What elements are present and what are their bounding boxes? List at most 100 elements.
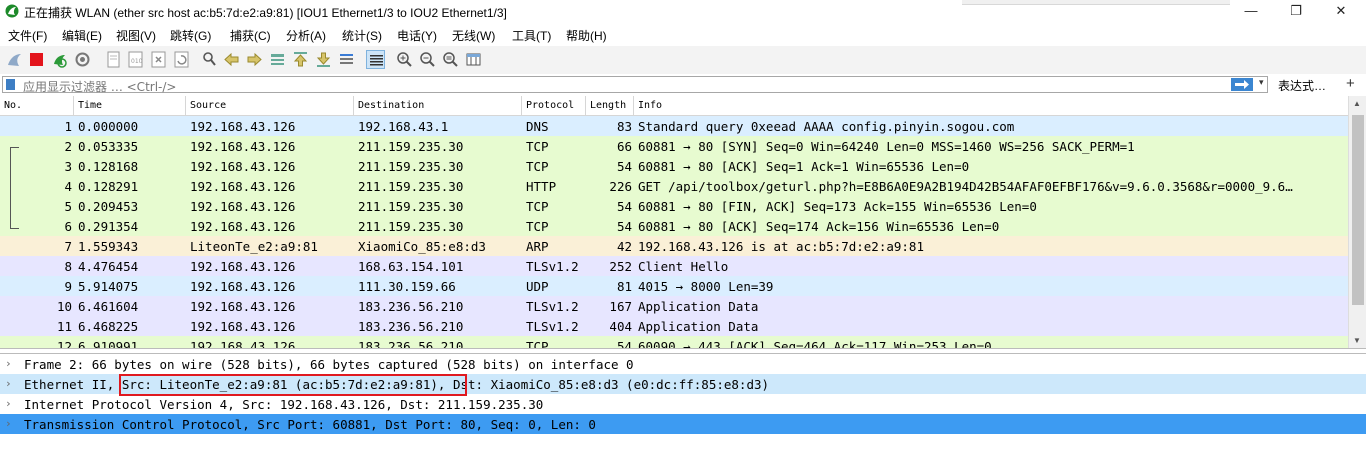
menu-telephony[interactable]: 电话(Y) — [397, 27, 437, 44]
display-filter-input[interactable]: 应用显示过滤器 … <Ctrl-/> ▾ — [2, 76, 1268, 94]
packet-details-pane: › Frame 2: 66 bytes on wire (528 bits), 6… — [0, 353, 1366, 466]
menu-wireless[interactable]: 无线(W) — [452, 27, 495, 44]
add-filter-button[interactable]: + — [1346, 75, 1355, 92]
scroll-up-icon[interactable]: ▲ — [1353, 99, 1361, 108]
cell-source: 192.168.43.126 — [190, 299, 296, 314]
wireshark-fin-icon — [5, 4, 19, 18]
menu-tools[interactable]: 工具(T) — [512, 27, 551, 44]
menu-help[interactable]: 帮助(H) — [566, 27, 607, 44]
zoom-out-icon[interactable] — [418, 50, 437, 69]
expand-chevron-icon[interactable]: › — [5, 357, 12, 370]
filter-placeholder: 应用显示过滤器 … <Ctrl-/> — [23, 80, 177, 94]
expression-button[interactable]: 表达式… — [1278, 77, 1326, 94]
cell-protocol: HTTP — [526, 179, 557, 194]
reload-icon[interactable] — [172, 50, 191, 69]
bookmark-icon[interactable] — [6, 79, 15, 90]
packet-row[interactable]: 11 6.468225 192.168.43.126 183.236.56.210 TL… — [0, 316, 1348, 336]
menu-view[interactable]: 视图(V) — [116, 27, 156, 44]
cell-length: 66 — [616, 139, 632, 154]
expand-chevron-icon[interactable]: › — [5, 417, 12, 430]
menu-analyze[interactable]: 分析(A) — [286, 27, 326, 44]
normal-size-icon[interactable] — [441, 50, 460, 69]
cell-time: 0.291354 — [78, 219, 139, 234]
expand-chevron-icon[interactable]: › — [5, 397, 12, 410]
col-header-no[interactable]: No. — [0, 96, 74, 115]
expand-chevron-icon[interactable]: › — [5, 377, 12, 390]
display-filter-bar: 应用显示过滤器 … <Ctrl-/> ▾ 表达式… + — [0, 74, 1366, 97]
cell-length: 404 — [609, 319, 632, 334]
cell-destination: 211.159.235.30 — [358, 219, 464, 234]
close-file-icon[interactable] — [149, 50, 168, 69]
scrollbar-thumb[interactable] — [1352, 115, 1364, 305]
scroll-down-icon[interactable]: ▼ — [1353, 336, 1361, 345]
menu-capture[interactable]: 捕获(C) — [230, 27, 271, 44]
apply-filter-arrow-icon[interactable] — [1231, 78, 1253, 91]
col-header-time[interactable]: Time — [74, 96, 186, 115]
cell-protocol: TCP — [526, 159, 549, 174]
cell-no: 8 — [64, 259, 72, 274]
open-file-icon[interactable] — [104, 50, 123, 69]
cell-time: 0.053335 — [78, 139, 139, 154]
go-forward-icon[interactable] — [245, 50, 264, 69]
menu-file[interactable]: 文件(F) — [8, 27, 47, 44]
colorize-icon[interactable] — [366, 50, 385, 69]
packet-row[interactable]: 12 6.910991 192.168.43.126 183.236.56.210 TC… — [0, 336, 1348, 349]
cell-time: 6.461604 — [78, 299, 139, 314]
autoscroll-icon[interactable] — [337, 50, 356, 69]
menu-statistics[interactable]: 统计(S) — [342, 27, 382, 44]
go-back-icon[interactable] — [222, 50, 241, 69]
conversation-bracket — [10, 147, 19, 229]
packet-row[interactable]: 3 0.128168 192.168.43.126 211.159.235.30 TCP… — [0, 156, 1348, 176]
packet-list-scrollbar[interactable]: ▲ ▼ — [1348, 96, 1366, 348]
packet-row[interactable]: 7 1.559343 LiteonTe_e2:a9:81 XiaomiCo_85:e8… — [0, 236, 1348, 256]
detail-text: Transmission Control Protocol, Src Port:… — [24, 417, 596, 432]
cell-info: 4015 → 8000 Len=39 — [638, 279, 774, 294]
go-to-packet-icon[interactable] — [268, 50, 287, 69]
cell-info: Application Data — [638, 319, 759, 334]
packet-row[interactable]: 6 0.291354 192.168.43.126 211.159.235.30 TCP… — [0, 216, 1348, 236]
packet-row[interactable]: 2 0.053335 192.168.43.126 211.159.235.30 TCP… — [0, 136, 1348, 156]
stop-icon[interactable] — [27, 50, 46, 69]
detail-row[interactable]: › Internet Protocol Version 4, Src: 192.1… — [0, 394, 1366, 414]
packet-row[interactable]: 10 6.461604 192.168.43.126 183.236.56.210 TL… — [0, 296, 1348, 316]
menu-go[interactable]: 跳转(G) — [170, 27, 211, 44]
cell-no: 10 — [56, 299, 72, 314]
cell-no: 9 — [64, 279, 72, 294]
col-header-source[interactable]: Source — [186, 96, 354, 115]
maximize-button[interactable]: ❐ — [1273, 0, 1319, 24]
start-capture-fin-icon[interactable] — [5, 50, 24, 69]
zoom-in-icon[interactable] — [395, 50, 414, 69]
cell-protocol: TCP — [526, 339, 549, 349]
col-header-info[interactable]: Info — [634, 96, 1348, 115]
options-gear-icon[interactable] — [73, 50, 92, 69]
menu-edit[interactable]: 编辑(E) — [62, 27, 102, 44]
close-button[interactable]: ✕ — [1318, 0, 1364, 24]
filter-history-dropdown[interactable]: ▾ — [1259, 77, 1264, 88]
cell-source: LiteonTe_e2:a9:81 — [190, 239, 318, 254]
packet-row[interactable]: 8 4.476454 192.168.43.126 168.63.154.101 TLS… — [0, 256, 1348, 276]
cell-length: 42 — [616, 239, 632, 254]
last-packet-icon[interactable] — [314, 50, 333, 69]
resize-columns-icon[interactable] — [464, 50, 483, 69]
cell-length: 167 — [609, 299, 632, 314]
cell-source: 192.168.43.126 — [190, 139, 296, 154]
save-file-icon[interactable]: 010 — [126, 50, 145, 69]
packet-row[interactable]: 4 0.128291 192.168.43.126 211.159.235.30 HTT… — [0, 176, 1348, 196]
detail-row[interactable]: › Frame 2: 66 bytes on wire (528 bits), 6… — [0, 354, 1366, 374]
find-packet-icon[interactable] — [200, 50, 219, 69]
detail-row[interactable]: › Transmission Control Protocol, Src Port… — [0, 414, 1366, 434]
col-header-destination[interactable]: Destination — [354, 96, 522, 115]
cell-source: 192.168.43.126 — [190, 219, 296, 234]
cell-source: 192.168.43.126 — [190, 199, 296, 214]
packet-row[interactable]: 9 5.914075 192.168.43.126 111.30.159.66 UDP 8… — [0, 276, 1348, 296]
packet-row[interactable]: 1 0.000000 192.168.43.126 192.168.43.1 DNS 83… — [0, 116, 1348, 136]
cell-info: 60881 → 80 [ACK] Seq=174 Ack=156 Win=655… — [638, 219, 1000, 234]
restart-icon[interactable] — [50, 50, 69, 69]
col-header-length[interactable]: Length — [586, 96, 634, 115]
first-packet-icon[interactable] — [291, 50, 310, 69]
packet-row[interactable]: 5 0.209453 192.168.43.126 211.159.235.30 TCP… — [0, 196, 1348, 216]
col-header-protocol[interactable]: Protocol — [522, 96, 586, 115]
minimize-button[interactable]: — — [1228, 0, 1274, 24]
packet-list[interactable]: No. Time Source Destination Protocol Len… — [0, 96, 1366, 349]
cell-info: 60881 → 80 [FIN, ACK] Seq=173 Ack=155 Wi… — [638, 199, 1037, 214]
